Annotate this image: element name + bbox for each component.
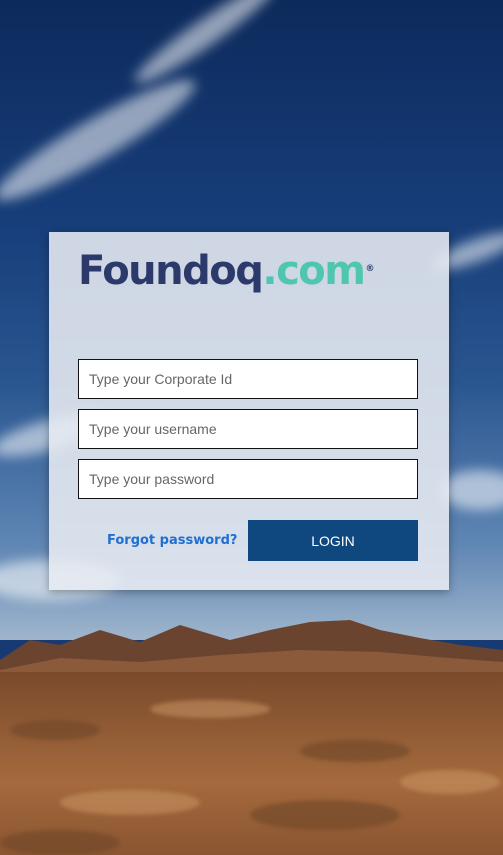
corporate-id-input[interactable] xyxy=(78,359,418,399)
brush xyxy=(60,790,200,815)
username-input[interactable] xyxy=(78,409,418,449)
brush xyxy=(400,770,500,794)
brush xyxy=(0,830,120,855)
forgot-password-link[interactable]: Forgot password? xyxy=(107,533,237,548)
brush xyxy=(300,740,410,762)
logo-text-main: Foundoq xyxy=(78,248,264,294)
brand-logo: Foundoq.com® xyxy=(78,246,374,296)
desert-ground xyxy=(0,672,503,855)
login-button[interactable]: LOGIN xyxy=(248,520,418,561)
brush xyxy=(150,700,270,718)
login-card: Foundoq.com® Forgot password? LOGIN xyxy=(49,232,449,590)
registered-mark: ® xyxy=(365,264,375,274)
logo-text-domain: .com xyxy=(262,248,366,294)
password-input[interactable] xyxy=(78,459,418,499)
brush xyxy=(10,720,100,740)
brush xyxy=(250,800,400,830)
